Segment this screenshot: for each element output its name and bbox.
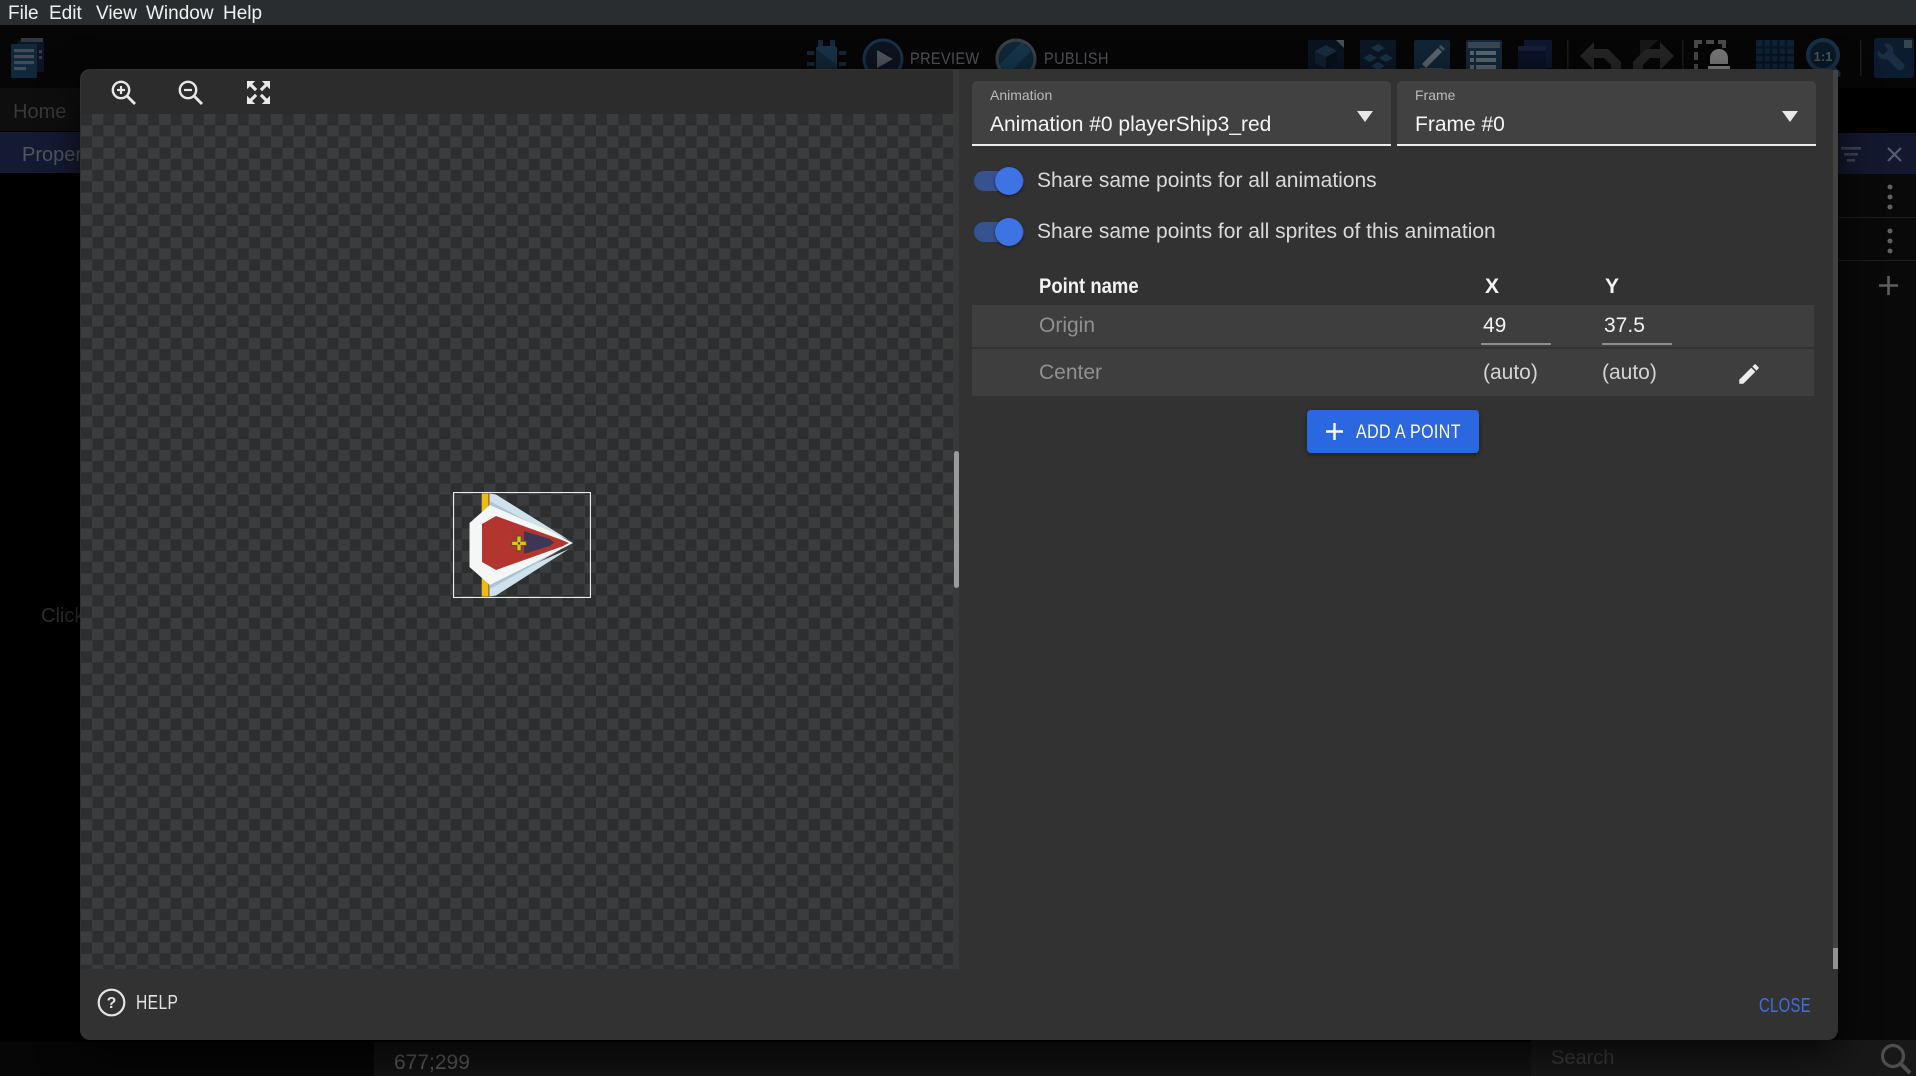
svg-text:?: ? xyxy=(107,995,117,1012)
svg-text:1:1: 1:1 xyxy=(1814,49,1833,64)
